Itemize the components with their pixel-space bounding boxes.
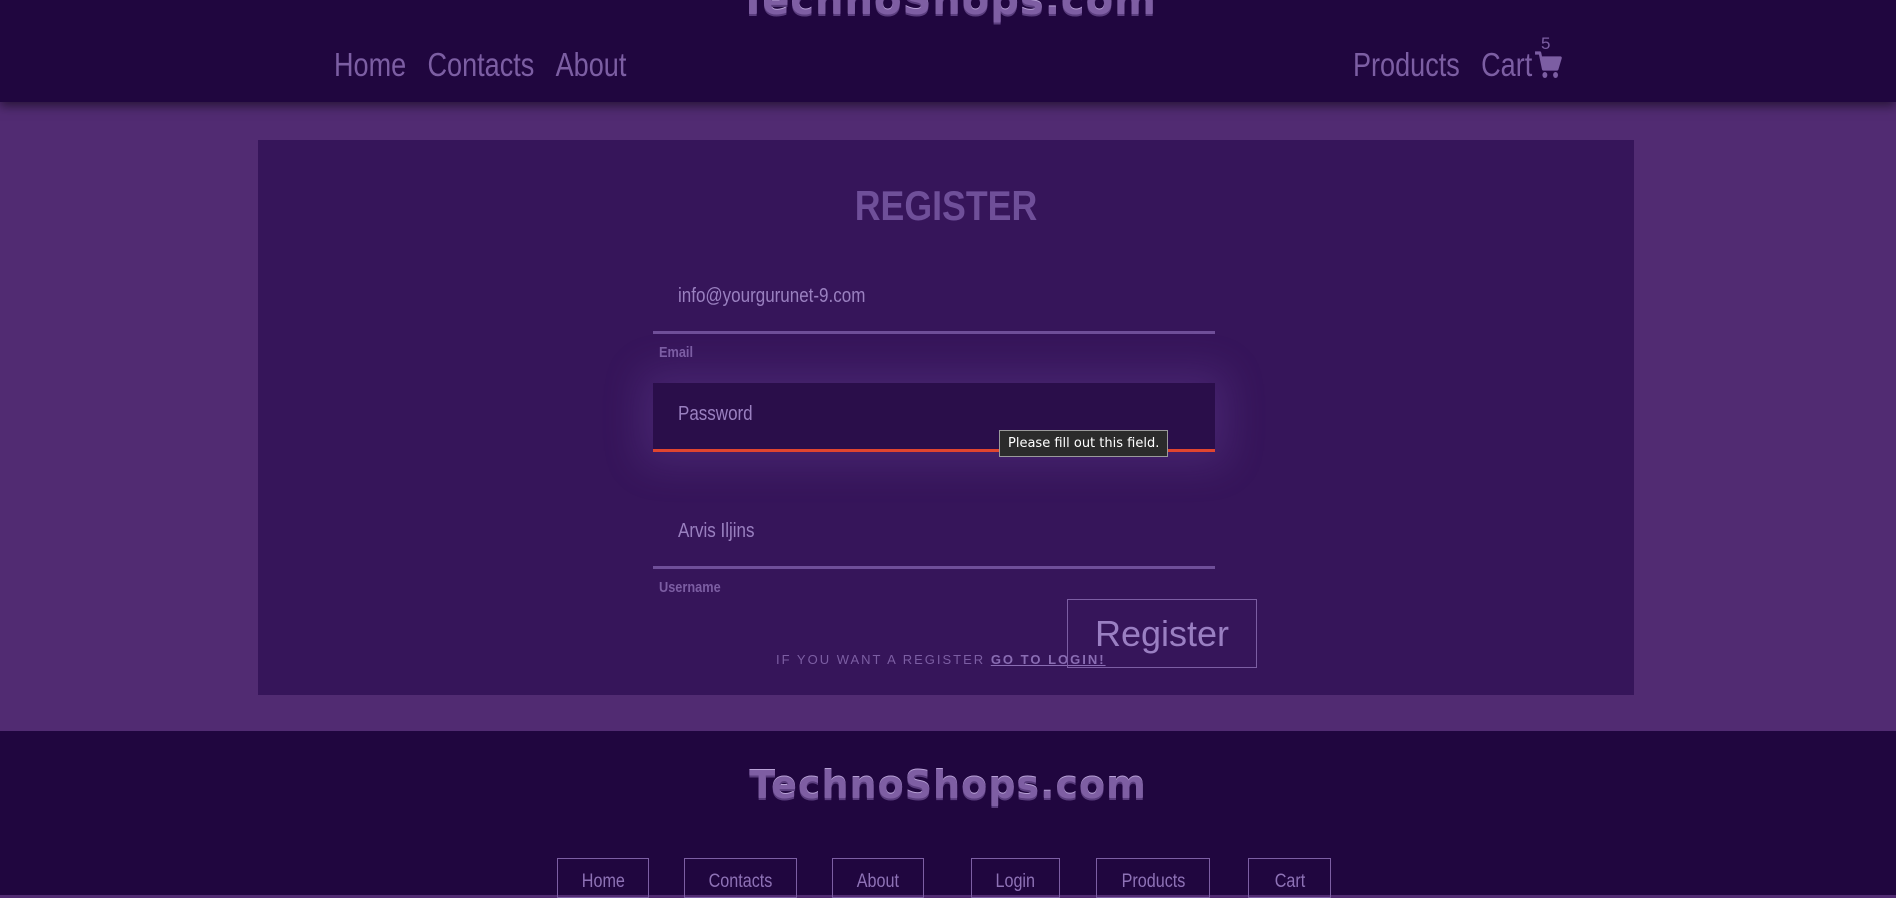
username-label: Username (659, 579, 721, 596)
footer-login-label: Login (995, 871, 1036, 892)
email-field[interactable]: info@yourgurunet-9.com (653, 265, 1215, 334)
header-logo[interactable]: TechnoShops.com (0, 0, 1896, 24)
validation-tooltip: Please fill out this field. (999, 430, 1169, 457)
site-footer: TechnoShops.com Home Contacts About Logi… (0, 731, 1896, 898)
password-field-placeholder: Password (678, 403, 753, 425)
nav-home-link[interactable]: Home (334, 46, 406, 84)
footer-products-label: Products (1121, 871, 1185, 892)
footer-logo[interactable]: TechnoShops.com (0, 763, 1896, 807)
nav-cart-label: Cart (1481, 46, 1533, 83)
login-prompt: IF YOU WANT A REGISTER GO TO LOGIN! (776, 652, 1106, 667)
username-field[interactable]: Arvis Iljins (653, 500, 1215, 569)
nav-contacts-link[interactable]: Contacts (428, 46, 535, 84)
main-nav-right: Products Cart (1353, 46, 1562, 84)
email-label: Email (659, 344, 694, 361)
register-button[interactable]: Register (1067, 599, 1257, 668)
shopping-cart-icon (1534, 51, 1562, 78)
footer-products-link[interactable]: Products (1096, 858, 1210, 898)
footer-about-label: About (856, 871, 900, 892)
main-nav-left: Home Contacts About (334, 46, 626, 84)
email-field-value: info@yourgurunet-9.com (678, 285, 866, 307)
footer-home-label: Home (581, 871, 625, 892)
footer-login-link[interactable]: Login (971, 858, 1060, 898)
username-field-value: Arvis Iljins (678, 520, 755, 542)
nav-products-link[interactable]: Products (1353, 46, 1460, 84)
footer-contacts-label: Contacts (708, 871, 773, 892)
cart-count-badge: 5 (1541, 34, 1551, 53)
nav-about-link[interactable]: About (556, 46, 627, 84)
footer-home-link[interactable]: Home (557, 858, 649, 898)
footer-cart-label: Cart (1274, 871, 1305, 892)
page-title: REGISTER (854, 182, 1038, 229)
register-panel: REGISTER info@yourgurunet-9.com Email Pa… (258, 140, 1634, 695)
footer-cart-link[interactable]: Cart (1248, 858, 1331, 898)
site-header: TechnoShops.com Home Contacts About Prod… (0, 0, 1896, 102)
footer-contacts-link[interactable]: Contacts (684, 858, 797, 898)
footer-about-link[interactable]: About (832, 858, 924, 898)
login-prompt-text: IF YOU WANT A REGISTER (776, 652, 986, 667)
